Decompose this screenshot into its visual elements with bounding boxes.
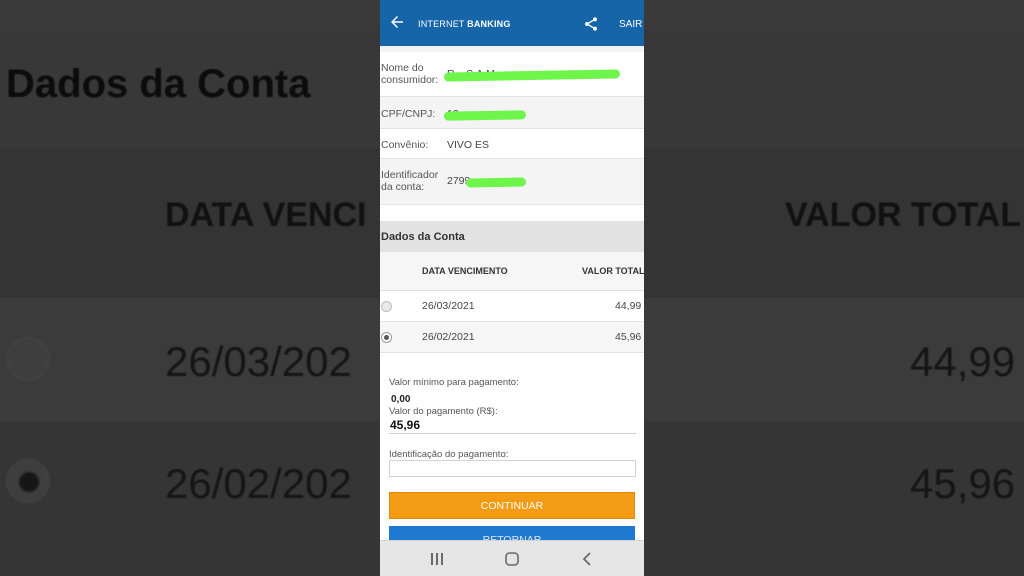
redaction-mark (465, 177, 527, 188)
arrow-back-icon[interactable] (388, 13, 406, 31)
bill-due-date: 26/03/2021 (422, 300, 475, 312)
account-section-title: Dados da Conta (381, 231, 465, 243)
bg-section-title: Dados da Conta (6, 62, 311, 106)
app-title-light: INTERNET (418, 19, 465, 29)
info-row-agreement: Convênio: VIVO ES (380, 129, 644, 159)
redaction-mark (443, 69, 621, 82)
table-row[interactable]: 26/02/2021 45,96 (380, 322, 644, 353)
info-row-account-id: Identificador da conta: 2799 (380, 159, 644, 205)
system-nav-bar (380, 540, 644, 576)
table-row[interactable]: 26/03/2021 44,99 (380, 291, 644, 322)
bg-value: 44,99 (910, 338, 1016, 385)
bill-value: 45,96 (615, 331, 642, 343)
info-row-consumer: Nome do consumidor: R... S.A.M... (380, 52, 644, 97)
account-table-header: DATA VENCIMENTO VALOR TOTAL (380, 252, 644, 291)
bill-value: 44,99 (615, 300, 642, 312)
exit-button[interactable]: SAIR (619, 19, 642, 30)
content-area: Nome do consumidor: R... S.A.M... CPF/CN… (380, 46, 644, 553)
bg-col-date: DATA VENCI (165, 196, 367, 234)
redaction-mark (443, 110, 527, 121)
info-row-doc: CPF/CNPJ: 12 (380, 97, 644, 129)
agreement-label: Convênio: (381, 139, 429, 151)
agreement-value: VIVO ES (447, 139, 490, 151)
share-icon[interactable] (583, 16, 599, 32)
doc-label: CPF/CNPJ: (381, 108, 436, 120)
bg-radio (6, 337, 50, 381)
recents-icon[interactable] (428, 550, 446, 568)
bill-radio[interactable] (381, 301, 392, 312)
payment-amount-input[interactable] (389, 416, 636, 434)
col-due-date: DATA VENCIMENTO (422, 266, 508, 276)
continue-button[interactable]: CONTINUAR (389, 492, 635, 519)
home-icon[interactable] (503, 550, 521, 568)
bg-value: 45,96 (910, 460, 1016, 507)
app-bar: INTERNET BANKING SAIR (380, 0, 644, 46)
col-total-value: VALOR TOTAL (582, 266, 644, 276)
payment-id-input[interactable] (389, 460, 636, 477)
account-id-label: Identificador da conta: (381, 169, 439, 193)
app-title-bold: BANKING (467, 19, 511, 29)
consumer-label: Nome do consumidor: (381, 62, 439, 86)
phone-screen: INTERNET BANKING SAIR Nome do consumidor… (380, 0, 644, 576)
bg-date: 26/03/202 (165, 338, 352, 385)
app-title: INTERNET BANKING (418, 19, 511, 29)
back-icon[interactable] (578, 550, 596, 568)
payment-id-label: Identificação do pagamento: (389, 449, 509, 460)
bg-radio-selected (6, 459, 50, 503)
min-payment-label: Valor mínimo para pagamento: (389, 377, 519, 388)
bill-due-date: 26/02/2021 (422, 331, 475, 343)
bg-date: 26/02/202 (165, 460, 352, 507)
bill-radio-selected[interactable] (381, 332, 392, 343)
min-payment-value: 0,00 (391, 394, 411, 405)
account-section-header: Dados da Conta (380, 221, 644, 252)
bg-col-total: VALOR TOTAL (785, 196, 1022, 234)
